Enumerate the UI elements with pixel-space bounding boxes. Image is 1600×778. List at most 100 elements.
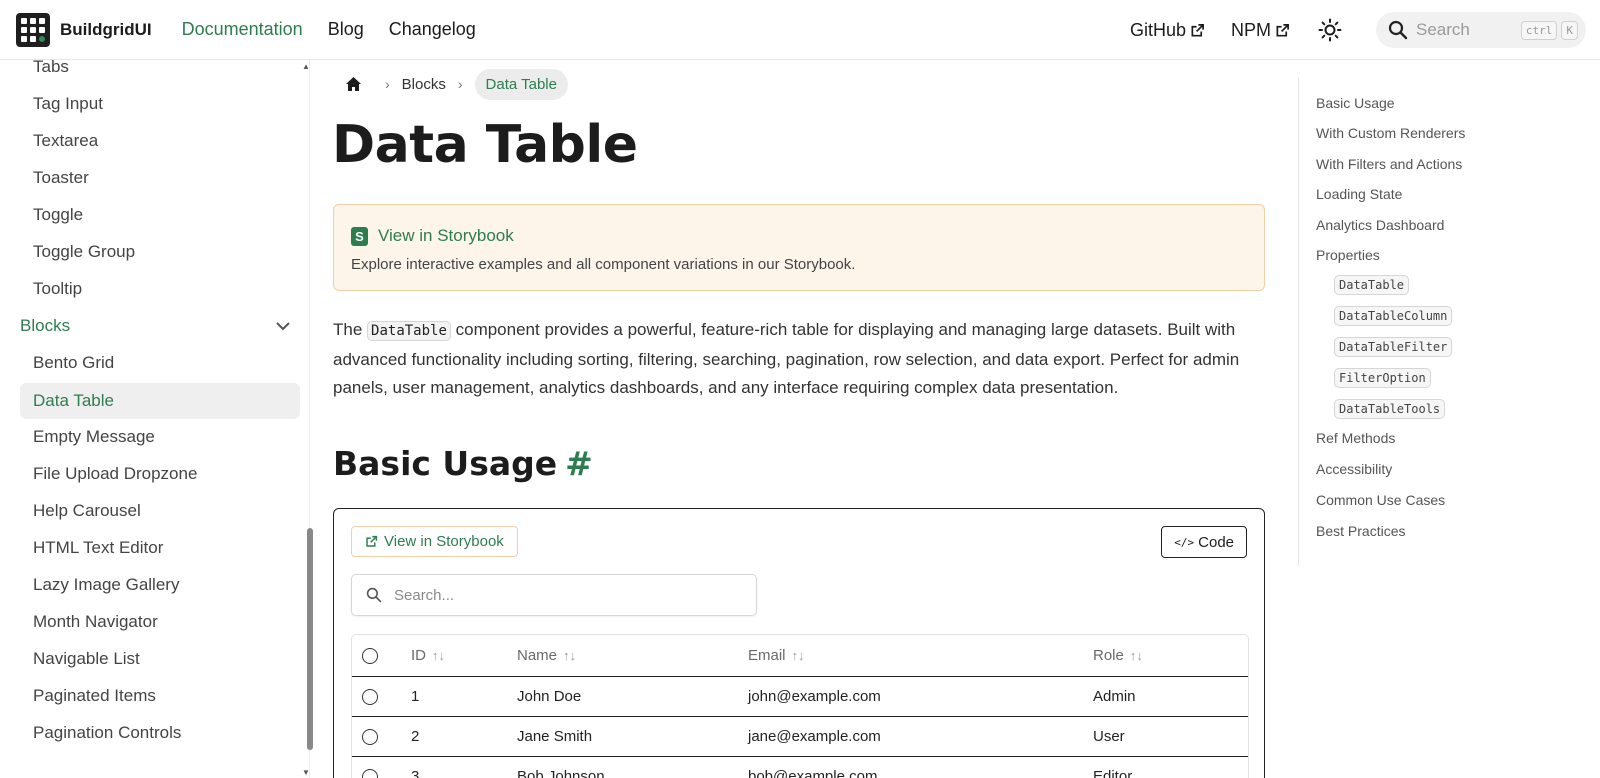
sidebar-item-lazy-image-gallery[interactable]: Lazy Image Gallery xyxy=(33,575,179,595)
toc-loading-state[interactable]: Loading State xyxy=(1316,186,1402,202)
column-role-label: Role xyxy=(1093,647,1124,664)
sort-icon: ↑↓ xyxy=(432,648,445,663)
toc-basic-usage[interactable]: Basic Usage xyxy=(1316,95,1395,111)
cell-email: bob@example.com xyxy=(748,768,878,778)
breadcrumb-blocks[interactable]: Blocks xyxy=(402,76,446,93)
toc-prop-filteroption[interactable]: FilterOption xyxy=(1334,368,1431,388)
toc-common-use-cases[interactable]: Common Use Cases xyxy=(1316,492,1445,508)
nav-changelog[interactable]: Changelog xyxy=(389,19,476,40)
nav-documentation[interactable]: Documentation xyxy=(182,19,303,40)
demo-storybook-link[interactable]: View in Storybook xyxy=(351,526,518,557)
column-header-name[interactable]: Name ↑↓ xyxy=(517,635,576,676)
table-search-input[interactable]: Search... xyxy=(351,574,757,616)
column-header-email[interactable]: Email ↑↓ xyxy=(748,635,805,676)
sidebar-item-tag-input[interactable]: Tag Input xyxy=(33,94,103,114)
cell-name: Bob Johnson xyxy=(517,768,605,778)
sidebar-item-help-carousel[interactable]: Help Carousel xyxy=(33,501,141,521)
kbd-ctrl: ctrl xyxy=(1520,20,1558,40)
sidebar-item-navigable-list[interactable]: Navigable List xyxy=(33,649,140,669)
npm-link[interactable]: NPM xyxy=(1231,20,1290,41)
demo-storybook-label: View in Storybook xyxy=(384,533,504,550)
search-icon xyxy=(366,587,382,603)
column-header-id[interactable]: ID ↑↓ xyxy=(411,635,445,676)
row-checkbox[interactable] xyxy=(362,728,378,745)
anchor-link[interactable]: # xyxy=(565,444,593,483)
toc-filters-actions[interactable]: With Filters and Actions xyxy=(1316,156,1462,172)
nav-blog[interactable]: Blog xyxy=(328,19,364,40)
breadcrumb: › Blocks › Data Table xyxy=(333,68,568,100)
scroll-down-arrow-icon[interactable]: ▼ xyxy=(302,768,310,777)
toc-prop-datatablefilter[interactable]: DataTableFilter xyxy=(1334,337,1453,357)
column-id-label: ID xyxy=(411,647,426,664)
theme-toggle-button[interactable] xyxy=(1316,16,1344,44)
sidebar-item-toggle-group[interactable]: Toggle Group xyxy=(33,242,135,262)
search-input[interactable]: Search ctrl K xyxy=(1376,12,1586,48)
sidebar-item-paginated-items[interactable]: Paginated Items xyxy=(33,686,156,706)
sun-icon xyxy=(1318,18,1342,42)
npm-label: NPM xyxy=(1231,19,1271,40)
table-row[interactable]: 3 Bob Johnson bob@example.com Editor xyxy=(352,757,1248,778)
github-link[interactable]: GitHub xyxy=(1130,20,1205,41)
sidebar-item-bento-grid[interactable]: Bento Grid xyxy=(33,353,114,373)
table-row[interactable]: 2 Jane Smith jane@example.com User xyxy=(352,717,1248,757)
kbd-k: K xyxy=(1561,20,1578,40)
toc-properties[interactable]: Properties xyxy=(1316,247,1380,263)
search-placeholder: Search xyxy=(1416,20,1470,39)
toc-analytics-dashboard[interactable]: Analytics Dashboard xyxy=(1316,217,1444,233)
row-checkbox[interactable] xyxy=(362,688,378,705)
cell-role: Admin xyxy=(1093,688,1136,705)
table-row[interactable]: 1 John Doe john@example.com Admin xyxy=(352,677,1248,717)
sidebar-item-toggle[interactable]: Toggle xyxy=(33,205,83,225)
sidebar-scrollbar-thumb[interactable] xyxy=(307,528,313,750)
cell-role: User xyxy=(1093,728,1125,745)
code-icon: </> xyxy=(1174,535,1195,549)
external-link-icon xyxy=(1191,23,1204,36)
intro-text-after: component provides a powerful, feature-r… xyxy=(333,320,1240,397)
view-in-storybook-link[interactable]: S View in Storybook xyxy=(351,226,514,246)
sidebar-item-empty-message[interactable]: Empty Message xyxy=(33,427,155,447)
table-header-row: ID ↑↓ Name ↑↓ Email ↑↓ Role ↑↓ xyxy=(352,635,1248,677)
toc-custom-renderers[interactable]: With Custom Renderers xyxy=(1316,125,1465,141)
external-link-icon xyxy=(366,535,378,547)
intro-paragraph: The DataTable component provides a power… xyxy=(333,316,1273,403)
sort-icon: ↑↓ xyxy=(563,648,577,663)
toc-ref-methods[interactable]: Ref Methods xyxy=(1316,430,1395,446)
brand[interactable]: BuildgridUI xyxy=(16,12,152,47)
storybook-icon: S xyxy=(351,226,368,246)
sidebar-item-month-navigator[interactable]: Month Navigator xyxy=(33,612,158,632)
sidebar-item-tabs[interactable]: Tabs xyxy=(33,60,69,77)
home-icon xyxy=(345,77,361,91)
sidebar: Tabs Tag Input Textarea Toaster Toggle T… xyxy=(0,60,310,778)
table-search-placeholder: Search... xyxy=(394,586,455,604)
breadcrumb-home[interactable] xyxy=(333,68,373,100)
github-label: GitHub xyxy=(1129,19,1186,40)
row-checkbox[interactable] xyxy=(362,768,378,778)
cell-name: Jane Smith xyxy=(517,728,593,745)
sidebar-section-blocks[interactable]: Blocks xyxy=(20,316,292,336)
sidebar-item-textarea[interactable]: Textarea xyxy=(33,131,98,151)
breadcrumb-current: Data Table xyxy=(474,68,568,100)
sidebar-item-file-upload-dropzone[interactable]: File Upload Dropzone xyxy=(33,464,197,484)
column-header-role[interactable]: Role ↑↓ xyxy=(1093,635,1143,676)
grid-logo-icon xyxy=(16,12,50,47)
select-all-checkbox[interactable] xyxy=(362,647,378,664)
sidebar-item-data-table[interactable]: Data Table xyxy=(20,383,300,419)
cell-email: john@example.com xyxy=(748,688,881,705)
chevron-right-icon: › xyxy=(385,76,390,92)
code-button[interactable]: </> Code xyxy=(1161,526,1247,558)
toc-prop-datatablecolumn[interactable]: DataTableColumn xyxy=(1334,306,1453,326)
chevron-down-icon xyxy=(276,322,290,331)
cell-id: 2 xyxy=(411,728,420,745)
sidebar-item-html-text-editor[interactable]: HTML Text Editor xyxy=(33,538,163,558)
sidebar-item-toaster[interactable]: Toaster xyxy=(33,168,89,188)
toc-prop-datatable[interactable]: DataTable xyxy=(1334,275,1410,295)
chevron-right-icon: › xyxy=(457,76,463,92)
toc-prop-datatabletools[interactable]: DataTableTools xyxy=(1334,399,1446,419)
cell-id: 1 xyxy=(411,688,420,705)
sidebar-item-pagination-controls[interactable]: Pagination Controls xyxy=(33,723,181,743)
toc-accessibility[interactable]: Accessibility xyxy=(1316,461,1392,477)
sidebar-item-tooltip[interactable]: Tooltip xyxy=(33,279,82,299)
scroll-up-arrow-icon[interactable]: ▲ xyxy=(302,62,310,71)
toc-best-practices[interactable]: Best Practices xyxy=(1316,523,1405,539)
brand-name: BuildgridUI xyxy=(60,19,152,39)
